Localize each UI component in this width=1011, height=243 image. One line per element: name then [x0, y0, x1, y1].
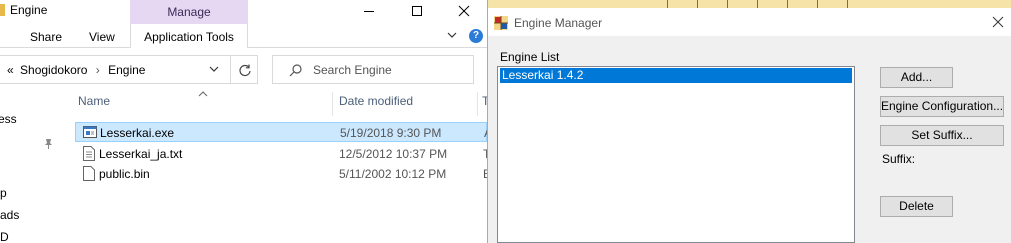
file-row[interactable]: public.bin 5/11/2002 10:12 PM B: [75, 164, 487, 184]
board-tile: [818, 0, 848, 8]
add-button[interactable]: Add...: [880, 67, 953, 88]
file-name: public.bin: [99, 167, 150, 181]
column-header-date-modified[interactable]: Date modified: [339, 94, 413, 108]
board-tile: [698, 0, 728, 8]
minimize-icon[interactable]: [346, 0, 392, 22]
nav-item-downloads[interactable]: ads: [0, 208, 19, 222]
nav-item-documents[interactable]: D: [0, 230, 9, 243]
background-board-strip: [488, 0, 1011, 8]
refresh-icon: [238, 64, 251, 76]
file-explorer-window: Engine Manage Share View Application Too…: [0, 0, 487, 243]
search-placeholder: Search Engine: [313, 63, 392, 77]
refresh-button[interactable]: [230, 56, 258, 83]
nav-item-desktop[interactable]: p: [0, 186, 7, 200]
suffix-label: Suffix:: [882, 152, 916, 166]
engine-listbox[interactable]: Lesserkai 1.4.2: [497, 66, 855, 243]
file-icon: [83, 166, 95, 181]
column-header-name[interactable]: Name: [78, 94, 110, 108]
tab-application-tools[interactable]: Application Tools: [130, 24, 248, 48]
board-tile: [668, 0, 698, 8]
file-row[interactable]: Lesserkai_ja.txt 12/5/2012 10:37 PM T: [75, 144, 487, 164]
list-item[interactable]: Lesserkai 1.4.2: [500, 68, 852, 83]
navigation-pane: ess p ads D: [0, 88, 70, 243]
board-tile: [638, 0, 668, 8]
search-input[interactable]: Search Engine: [272, 55, 474, 84]
maximize-icon[interactable]: [394, 0, 440, 22]
file-name: Lesserkai_ja.txt: [99, 147, 183, 161]
explorer-title-bar: Engine Manage: [0, 0, 487, 24]
folder-icon: [0, 4, 5, 16]
engine-manager-dialog: Engine Manager Engine List Lesserkai 1.4…: [487, 0, 1011, 243]
breadcrumb-engine[interactable]: Engine: [108, 63, 145, 77]
breadcrumb-shogidokoro[interactable]: Shogidokoro: [20, 63, 87, 77]
board-tile: [758, 0, 788, 8]
file-date: 5/11/2002 10:12 PM: [339, 167, 447, 181]
file-row[interactable]: Lesserkai.exe 5/19/2018 9:30 PM A: [75, 122, 487, 142]
board-tile: [788, 0, 818, 8]
app-icon: [494, 16, 508, 30]
close-icon[interactable]: [441, 0, 487, 22]
chevron-down-icon[interactable]: [208, 63, 220, 75]
set-suffix-button[interactable]: Set Suffix...: [880, 125, 1004, 146]
pin-icon[interactable]: [42, 138, 54, 150]
ribbon-expand-icon[interactable]: [446, 29, 458, 44]
dialog-title: Engine Manager: [514, 16, 603, 30]
tab-manage[interactable]: Manage: [130, 0, 248, 24]
engine-configuration-button[interactable]: Engine Configuration...: [880, 96, 1004, 117]
breadcrumb-separator-icon: ›: [95, 63, 100, 77]
window-title: Engine: [10, 3, 48, 17]
file-date: 12/5/2012 10:37 PM: [339, 147, 448, 161]
close-icon[interactable]: [991, 15, 1005, 29]
nav-item-quick-access[interactable]: ess: [0, 112, 17, 126]
engine-list-label: Engine List: [500, 50, 560, 64]
column-divider[interactable]: [477, 92, 478, 116]
exe-icon: [83, 126, 97, 138]
column-divider[interactable]: [332, 92, 333, 116]
file-date: 5/19/2018 9:30 PM: [340, 126, 442, 140]
file-name: Lesserkai.exe: [100, 126, 175, 140]
sort-ascending-icon: [198, 86, 208, 97]
tab-view[interactable]: View: [89, 30, 115, 44]
board-tile: [728, 0, 758, 8]
breadcrumb-overflow[interactable]: «: [7, 63, 14, 77]
delete-button[interactable]: Delete: [880, 196, 953, 217]
help-icon[interactable]: ?: [469, 29, 483, 43]
search-icon: [289, 64, 302, 77]
breadcrumb: « Shogidokoro › Engine: [7, 63, 145, 77]
tab-share[interactable]: Share: [30, 30, 62, 44]
dialog-title-bar: Engine Manager: [488, 8, 1011, 36]
txt-file-icon: [83, 146, 95, 161]
